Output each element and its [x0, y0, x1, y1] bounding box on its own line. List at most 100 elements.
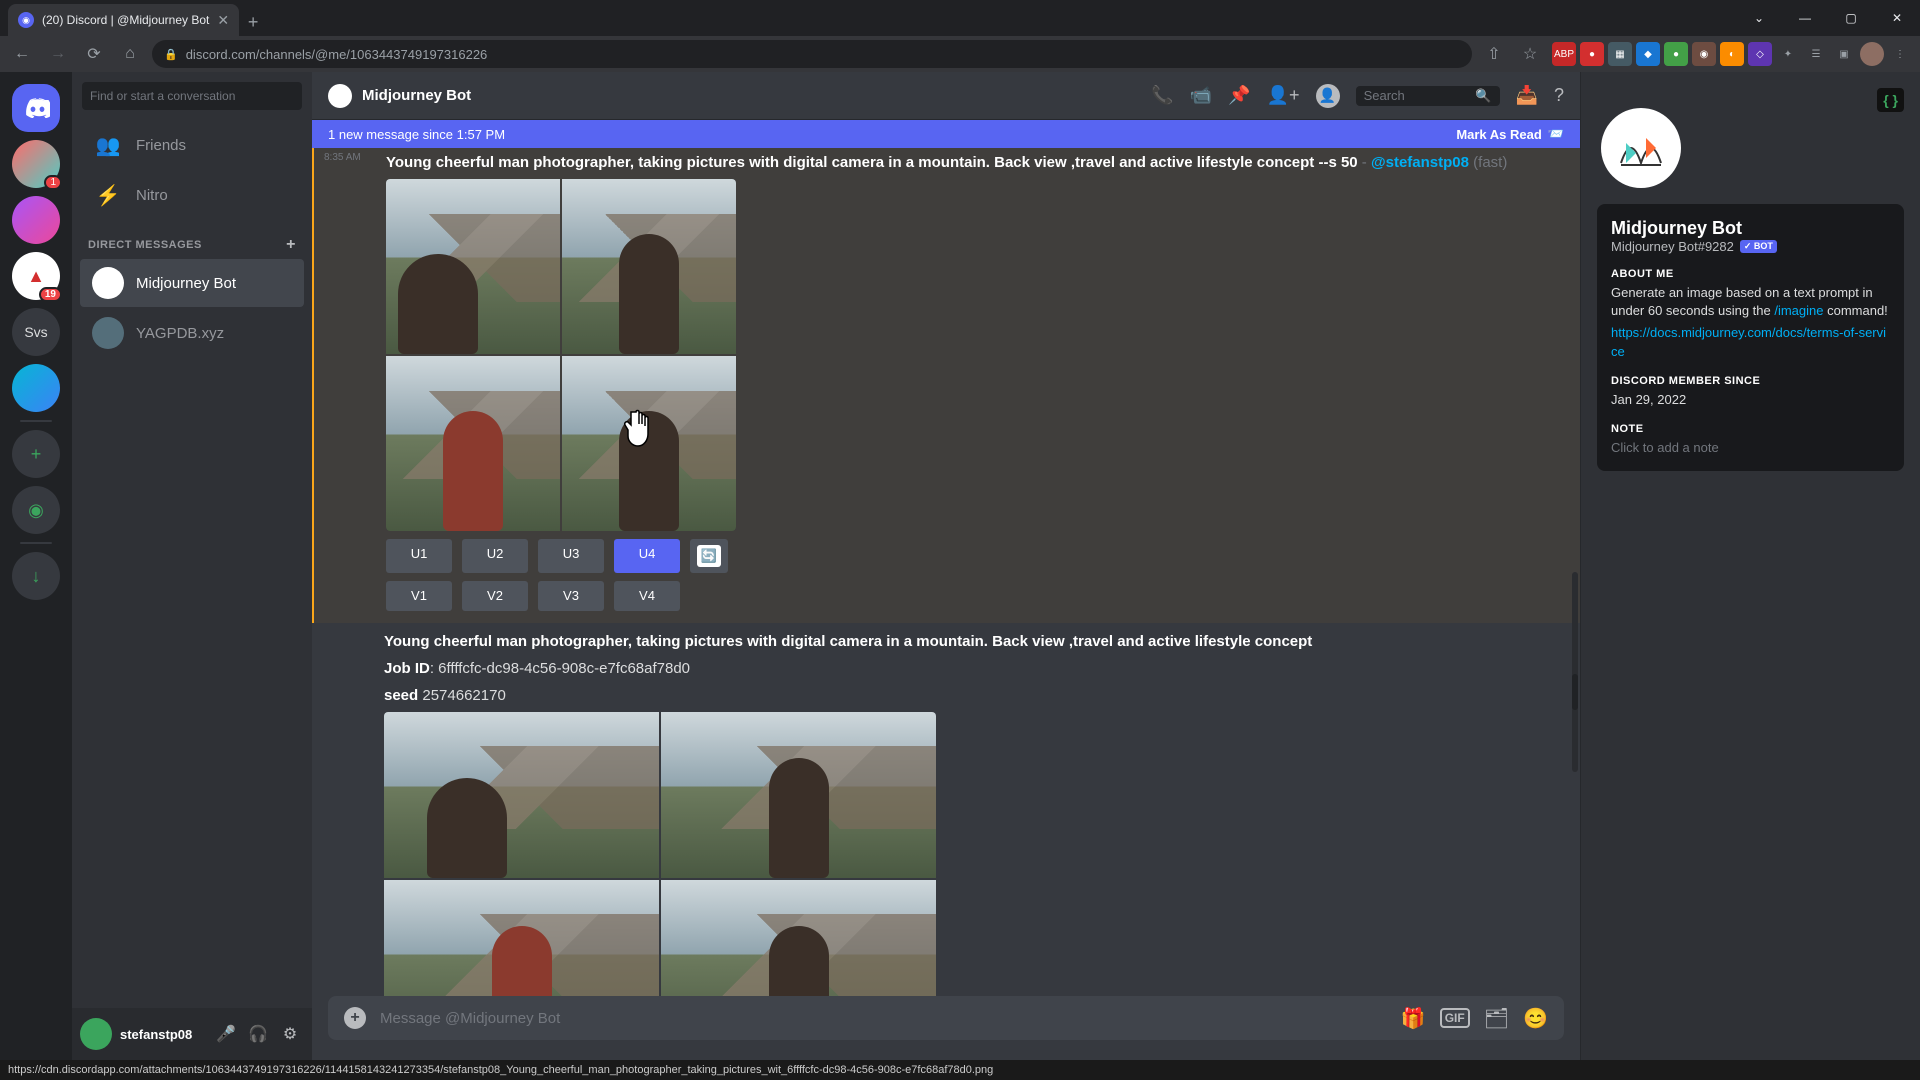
add-server-button[interactable]: +: [12, 430, 60, 478]
u3-button[interactable]: U3: [538, 539, 604, 573]
mark-read-label[interactable]: Mark As Read: [1456, 127, 1542, 142]
abp-extension-icon[interactable]: ABP: [1552, 42, 1576, 66]
discord-app: 1 ▲19 Svs + ◉ ↓ Find or start a conversa…: [0, 72, 1920, 1060]
grid-image-1[interactable]: [384, 712, 659, 878]
server-svs[interactable]: Svs: [12, 308, 60, 356]
reroll-button[interactable]: 🔄: [690, 539, 728, 573]
v3-button[interactable]: V3: [538, 581, 604, 611]
profile-avatar-icon[interactable]: [1860, 42, 1884, 66]
u1-button[interactable]: U1: [386, 539, 452, 573]
help-icon[interactable]: ?: [1554, 85, 1564, 106]
reading-list-icon[interactable]: ☰: [1804, 42, 1828, 66]
dev-badge[interactable]: { }: [1877, 88, 1904, 112]
grid-image-3[interactable]: [386, 356, 560, 531]
server-icon[interactable]: [12, 364, 60, 412]
download-apps-button[interactable]: ↓: [12, 552, 60, 600]
extensions-puzzle-icon[interactable]: ✦: [1776, 42, 1800, 66]
extension-icon[interactable]: ●: [1664, 42, 1688, 66]
tos-link[interactable]: https://docs.midjourney.com/docs/terms-o…: [1611, 325, 1886, 358]
u2-button[interactable]: U2: [462, 539, 528, 573]
grid-image-1[interactable]: [386, 179, 560, 354]
dm-name: Midjourney Bot: [136, 275, 236, 292]
image-grid-large[interactable]: [384, 712, 936, 996]
extension-icon[interactable]: ●: [1580, 42, 1604, 66]
v4-button[interactable]: V4: [614, 581, 680, 611]
gif-icon[interactable]: GIF: [1440, 1008, 1470, 1028]
attach-button[interactable]: +: [344, 1007, 366, 1029]
video-call-icon[interactable]: 📹: [1190, 85, 1212, 106]
window-close[interactable]: ✕: [1874, 0, 1920, 36]
share-icon[interactable]: ⇧: [1480, 40, 1508, 68]
profile-card: Midjourney Bot Midjourney Bot#9282 ✓ BOT…: [1597, 204, 1904, 471]
scrollbar-thumb[interactable]: [1572, 674, 1578, 710]
extension-icon[interactable]: ▦: [1608, 42, 1632, 66]
nav-home-icon[interactable]: ⌂: [116, 40, 144, 68]
home-button[interactable]: [12, 84, 60, 132]
grid-image-4[interactable]: [562, 356, 736, 531]
extension-icon[interactable]: ◆: [1636, 42, 1660, 66]
server-separator: [20, 420, 52, 422]
nav-forward-icon[interactable]: →: [44, 40, 72, 68]
note-input[interactable]: Click to add a note: [1611, 439, 1890, 457]
v2-button[interactable]: V2: [462, 581, 528, 611]
gift-icon[interactable]: 🎁: [1401, 1006, 1426, 1031]
mark-read-icon[interactable]: 📨: [1548, 126, 1564, 142]
add-friends-icon[interactable]: 👤+: [1267, 85, 1300, 106]
grid-image-2[interactable]: [661, 712, 936, 878]
browser-tab[interactable]: ◉ (20) Discord | @Midjourney Bot ✕: [8, 4, 239, 36]
nitro-tab[interactable]: ⚡ Nitro: [80, 171, 304, 219]
server-icon[interactable]: [12, 196, 60, 244]
nav-back-icon[interactable]: ←: [8, 40, 36, 68]
window-maximize[interactable]: ▢: [1828, 0, 1874, 36]
image-grid[interactable]: [386, 179, 736, 531]
lock-icon: 🔒: [164, 48, 178, 61]
prompt-text: Young cheerful man photographer, taking …: [386, 154, 1358, 171]
mute-mic-icon[interactable]: 🎤: [212, 1020, 240, 1048]
message-composer[interactable]: + Message @Midjourney Bot 🎁 GIF 🗂 😊: [328, 996, 1564, 1040]
message-list[interactable]: 8:35 AM Young cheerful man photographer,…: [312, 148, 1580, 996]
find-conversation-input[interactable]: Find or start a conversation: [82, 82, 302, 110]
new-message-banner[interactable]: 1 new message since 1:57 PM Mark As Read…: [312, 120, 1580, 148]
chrome-menu-icon[interactable]: ⋮: [1888, 42, 1912, 66]
window-minimize[interactable]: —: [1782, 0, 1828, 36]
grid-image-4[interactable]: [661, 880, 936, 996]
dm-item-midjourney[interactable]: Midjourney Bot: [80, 259, 304, 307]
search-input[interactable]: Search 🔍: [1356, 86, 1500, 106]
tab-search-icon[interactable]: ⌄: [1736, 0, 1782, 36]
server-icon[interactable]: 1: [12, 140, 60, 188]
username: stefanstp08: [120, 1027, 192, 1042]
grid-image-2[interactable]: [562, 179, 736, 354]
voice-call-icon[interactable]: 📞: [1151, 85, 1173, 106]
explore-servers-button[interactable]: ◉: [12, 486, 60, 534]
u4-button[interactable]: U4: [614, 539, 680, 573]
server-rail: 1 ▲19 Svs + ◉ ↓: [0, 72, 72, 1060]
address-bar[interactable]: 🔒 discord.com/channels/@me/1063443749197…: [152, 40, 1472, 68]
sticker-icon[interactable]: 🗂: [1484, 1006, 1509, 1031]
pinned-icon[interactable]: 📌: [1228, 85, 1250, 106]
new-tab-button[interactable]: +: [239, 8, 267, 36]
extension-icon[interactable]: ◐: [1720, 42, 1744, 66]
extension-icon[interactable]: ◇: [1748, 42, 1772, 66]
url-text: discord.com/channels/@me/106344374919731…: [186, 47, 488, 62]
dm-item-yagpdb[interactable]: YAGPDB.xyz: [80, 309, 304, 357]
create-dm-icon[interactable]: +: [286, 236, 296, 254]
v1-button[interactable]: V1: [386, 581, 452, 611]
deafen-icon[interactable]: 🎧: [244, 1020, 272, 1048]
bookmark-star-icon[interactable]: ☆: [1516, 40, 1544, 68]
user-mention[interactable]: @stefanstp08: [1371, 154, 1469, 171]
friends-tab[interactable]: 👥 Friends: [80, 121, 304, 169]
settings-gear-icon[interactable]: ⚙: [276, 1020, 304, 1048]
profile-avatar[interactable]: [1601, 108, 1681, 188]
user-avatar[interactable]: [80, 1018, 112, 1050]
dm-sidebar: Find or start a conversation 👥 Friends ⚡…: [72, 72, 312, 1060]
emoji-icon[interactable]: 😊: [1523, 1006, 1548, 1031]
side-panel-icon[interactable]: ▣: [1832, 42, 1856, 66]
inbox-icon[interactable]: 📥: [1516, 85, 1538, 106]
user-profile-icon[interactable]: 👤: [1316, 84, 1340, 108]
imagine-command: /imagine: [1774, 303, 1823, 318]
grid-image-3[interactable]: [384, 880, 659, 996]
nav-reload-icon[interactable]: ⟳: [80, 40, 108, 68]
server-icon[interactable]: ▲19: [12, 252, 60, 300]
extension-icon[interactable]: ◉: [1692, 42, 1716, 66]
tab-close-icon[interactable]: ✕: [217, 12, 229, 29]
